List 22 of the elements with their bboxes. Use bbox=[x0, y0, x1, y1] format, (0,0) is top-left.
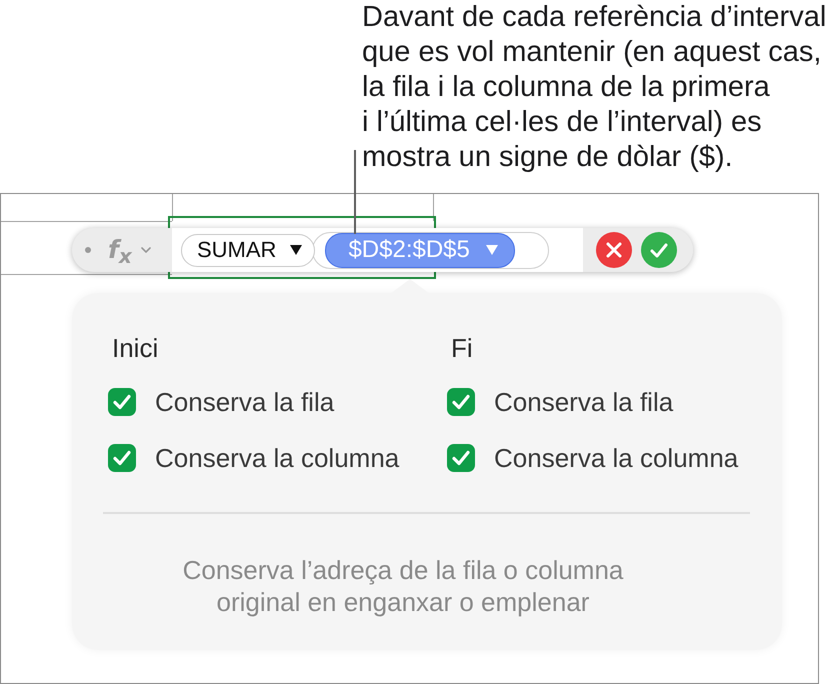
checkbox[interactable] bbox=[108, 388, 136, 416]
checkbox[interactable] bbox=[108, 444, 136, 472]
column-heading: Fi bbox=[450, 333, 473, 363]
close-icon bbox=[606, 242, 622, 258]
column-heading: Inici bbox=[111, 333, 158, 363]
callout-text: Davant de cada referència d’interval que es vol mantenir (en aquest cas, la fila i la columna de la primera i l’última cel·les de l’interval) es mostra un signe de dòlar ($). bbox=[362, 0, 826, 175]
caret-icon bbox=[290, 245, 302, 255]
dot-icon bbox=[85, 247, 91, 253]
checkbox[interactable] bbox=[447, 388, 475, 416]
description-text: Conserva l’adreça de la fila o columna original en enganxar o emplenar bbox=[182, 554, 624, 618]
formula-input-field[interactable]: SUMAR $D$2:$D$5 bbox=[172, 228, 583, 272]
checkmark-icon bbox=[650, 242, 668, 258]
function-token[interactable]: SUMAR bbox=[181, 234, 316, 266]
checkbox[interactable] bbox=[447, 444, 475, 472]
chevron-icon bbox=[140, 247, 151, 253]
checkbox-label: Conserva la columna bbox=[494, 443, 738, 473]
confirm-button[interactable] bbox=[641, 232, 677, 268]
checkbox-label: Conserva la fila bbox=[494, 387, 674, 417]
checkbox-label: Conserva la fila bbox=[155, 387, 334, 417]
cancel-button[interactable] bbox=[596, 232, 632, 268]
checkbox-label: Conserva la columna bbox=[155, 443, 400, 473]
caret-icon bbox=[486, 245, 498, 255]
